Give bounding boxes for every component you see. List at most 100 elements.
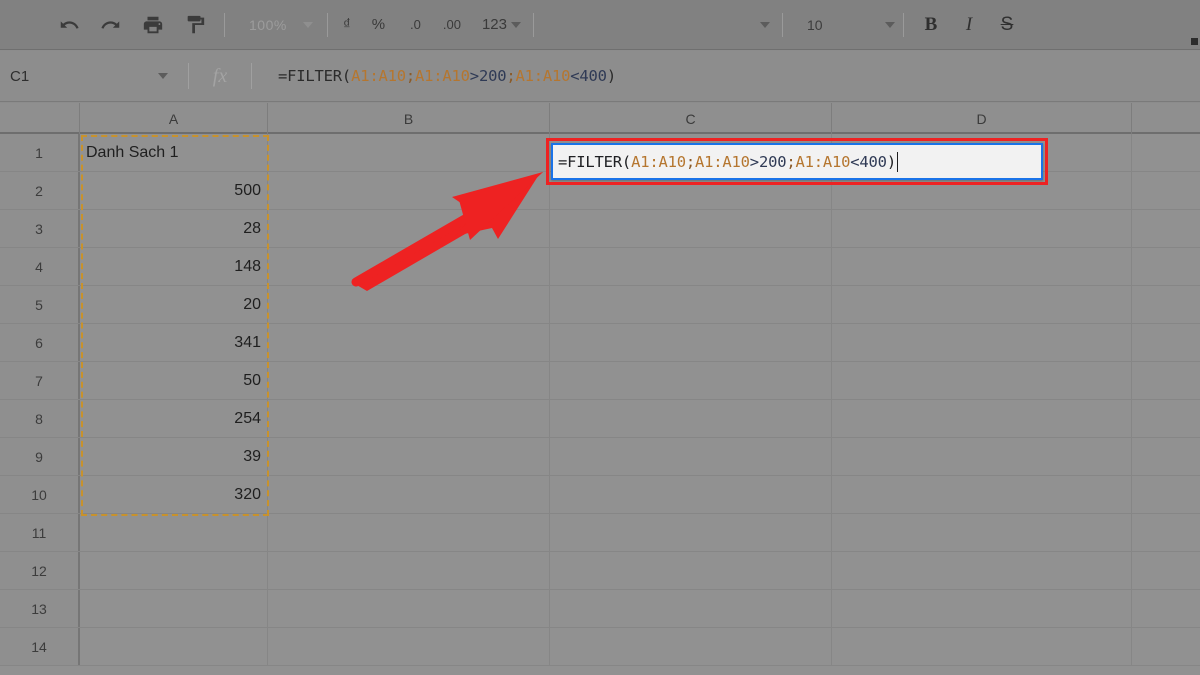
cell-B14[interactable] <box>268 628 550 665</box>
row-header-label: 2 <box>35 182 43 199</box>
cell-A1[interactable]: Danh Sach 1 <box>80 134 268 171</box>
cell-B12[interactable] <box>268 552 550 589</box>
cell-D10[interactable] <box>832 476 1132 513</box>
spreadsheet-app: 100% ₫ % .0 .00 123 10 B I S C1 fx =FILT… <box>0 0 1200 675</box>
cell-B6[interactable] <box>268 324 550 361</box>
cell-A11[interactable] <box>80 514 268 551</box>
formula-input[interactable]: =FILTER(A1:A10;A1:A10>200;A1:A10<400) <box>262 67 1200 85</box>
cell-A7[interactable]: 50 <box>80 362 268 399</box>
cell-D13[interactable] <box>832 590 1132 627</box>
italic-button[interactable]: I <box>950 14 988 36</box>
cell-C13[interactable] <box>550 590 832 627</box>
cell-C9[interactable] <box>550 438 832 475</box>
row-header-8[interactable]: 8 <box>0 400 80 437</box>
cell-B2[interactable] <box>268 172 550 209</box>
column-header-b[interactable]: B <box>268 103 550 134</box>
cell-D11[interactable] <box>832 514 1132 551</box>
cell-B1[interactable] <box>268 134 550 171</box>
cell-A3[interactable]: 28 <box>80 210 268 247</box>
row-header-3[interactable]: 3 <box>0 210 80 247</box>
cell-D5[interactable] <box>832 286 1132 323</box>
print-icon[interactable] <box>136 8 170 42</box>
paint-format-icon[interactable] <box>178 8 212 42</box>
cell-A13[interactable] <box>80 590 268 627</box>
strikethrough-button[interactable]: S <box>988 14 1026 36</box>
cell-D9[interactable] <box>832 438 1132 475</box>
select-all-corner[interactable] <box>0 103 80 134</box>
cell-B13[interactable] <box>268 590 550 627</box>
bold-button[interactable]: B <box>912 14 950 36</box>
currency-format-button[interactable]: ₫ <box>336 10 358 40</box>
cell-editor-c1[interactable]: =FILTER(A1:A10; A1:A10 >200; A1:A10 <400) <box>551 143 1043 180</box>
row-header-5[interactable]: 5 <box>0 286 80 323</box>
cell-C10[interactable] <box>550 476 832 513</box>
decrease-decimal-button[interactable]: .0 <box>399 10 432 40</box>
cell-C14[interactable] <box>550 628 832 665</box>
row-header-13[interactable]: 13 <box>0 590 80 627</box>
cell-C8[interactable] <box>550 400 832 437</box>
row-header-14[interactable]: 14 <box>0 628 80 665</box>
percent-format-button[interactable]: % <box>358 10 399 40</box>
cell-D14[interactable] <box>832 628 1132 665</box>
cell-A8[interactable]: 254 <box>80 400 268 437</box>
increase-decimal-button[interactable]: .00 <box>432 10 472 40</box>
row-header-label: 5 <box>35 296 43 313</box>
formula-token-2: ; <box>405 67 415 85</box>
row-header-4[interactable]: 4 <box>0 248 80 285</box>
row-header-label: 1 <box>35 144 43 161</box>
cell-C11[interactable] <box>550 514 832 551</box>
row-header-11[interactable]: 11 <box>0 514 80 551</box>
cell-B5[interactable] <box>268 286 550 323</box>
row-header-10[interactable]: 10 <box>0 476 80 513</box>
table-row: 4 148 <box>0 248 1200 286</box>
row-header-label: 8 <box>35 410 43 427</box>
cell-A4[interactable]: 148 <box>80 248 268 285</box>
cell-A6[interactable]: 341 <box>80 324 268 361</box>
cell-C7[interactable] <box>550 362 832 399</box>
cell-A9[interactable]: 39 <box>80 438 268 475</box>
row-header-12[interactable]: 12 <box>0 552 80 589</box>
cell-C6[interactable] <box>550 324 832 361</box>
column-header-a[interactable]: A <box>80 103 268 134</box>
cell-A5[interactable]: 20 <box>80 286 268 323</box>
cell-D7[interactable] <box>832 362 1132 399</box>
cell-A12[interactable] <box>80 552 268 589</box>
column-header-c[interactable]: C <box>550 103 832 134</box>
cell-D4[interactable] <box>832 248 1132 285</box>
cell-C12[interactable] <box>550 552 832 589</box>
cell-B3[interactable] <box>268 210 550 247</box>
font-size-selector[interactable]: 10 <box>791 10 895 40</box>
row-header-9[interactable]: 9 <box>0 438 80 475</box>
cell-A10[interactable]: 320 <box>80 476 268 513</box>
cell-A14[interactable] <box>80 628 268 665</box>
row-header-7[interactable]: 7 <box>0 362 80 399</box>
cell-D8[interactable] <box>832 400 1132 437</box>
font-family-selector[interactable] <box>542 10 774 40</box>
cell-D3[interactable] <box>832 210 1132 247</box>
row-header-6[interactable]: 6 <box>0 324 80 361</box>
column-header-d[interactable]: D <box>832 103 1132 134</box>
increase-decimal-icon: .00 <box>442 17 461 32</box>
redo-icon[interactable] <box>94 8 128 42</box>
formula-bar-divider <box>251 63 252 89</box>
cell-C3[interactable] <box>550 210 832 247</box>
cell-B9[interactable] <box>268 438 550 475</box>
cell-D12[interactable] <box>832 552 1132 589</box>
cell-A2[interactable]: 500 <box>80 172 268 209</box>
row-header-2[interactable]: 2 <box>0 172 80 209</box>
cell-B4[interactable] <box>268 248 550 285</box>
zoom-selector[interactable]: 100% <box>233 10 319 40</box>
cell-C4[interactable] <box>550 248 832 285</box>
number-format-menu[interactable]: 123 <box>472 10 525 40</box>
cell-B7[interactable] <box>268 362 550 399</box>
cell-D6[interactable] <box>832 324 1132 361</box>
cell-B8[interactable] <box>268 400 550 437</box>
cell-B10[interactable] <box>268 476 550 513</box>
undo-icon[interactable] <box>52 8 86 42</box>
column-header-label: A <box>168 110 179 127</box>
cell-B11[interactable] <box>268 514 550 551</box>
row-header-1[interactable]: 1 <box>0 134 80 171</box>
cell-C5[interactable] <box>550 286 832 323</box>
formula-token-0: =FILTER( <box>558 152 632 171</box>
name-box[interactable]: C1 <box>0 61 178 91</box>
